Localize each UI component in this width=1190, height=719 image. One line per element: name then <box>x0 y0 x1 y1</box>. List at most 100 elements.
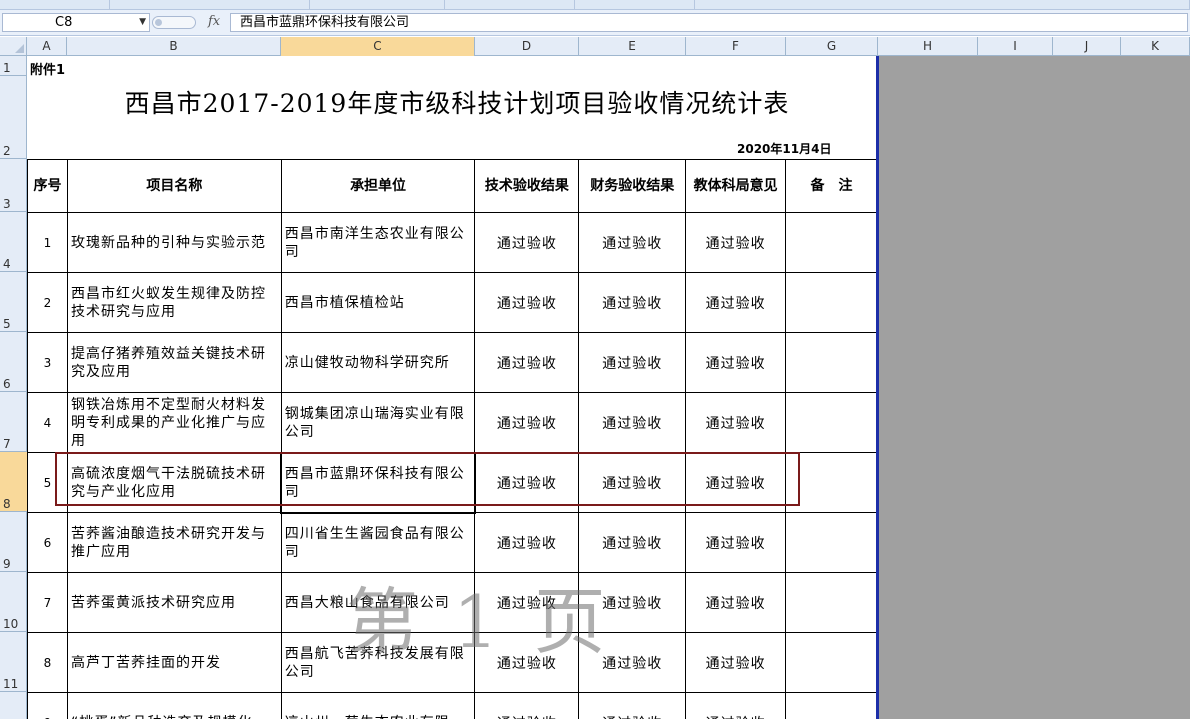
cell-name[interactable]: 苦荞蛋黄派技术研究应用 <box>66 572 282 633</box>
cell-unit[interactable]: 钢城集团凉山瑞海实业有限公司 <box>280 392 476 453</box>
cell-bureau[interactable]: 通过验收 <box>685 272 787 333</box>
cell-finance[interactable]: 通过验收 <box>578 332 687 393</box>
cell-tech[interactable]: 通过验收 <box>474 512 580 573</box>
active-cell[interactable]: 西昌市蓝鼎环保科技有限公司 <box>280 451 476 514</box>
column-header-g[interactable]: G <box>786 37 878 56</box>
column-header-d[interactable]: D <box>475 37 579 56</box>
formula-bar-resize-handle[interactable] <box>152 16 196 29</box>
column-header-c[interactable]: C <box>281 37 475 56</box>
cell-no[interactable]: 1 <box>27 212 68 273</box>
cell-bureau[interactable]: 通过验收 <box>685 332 787 393</box>
column-header-a[interactable]: A <box>27 37 67 56</box>
cell-bureau[interactable]: 通过验收 <box>685 692 787 719</box>
cell-name[interactable]: “桃蛋”新品种选育及规模化 <box>66 692 282 719</box>
cell-no[interactable]: 8 <box>27 632 68 693</box>
cell-bureau[interactable]: 通过验收 <box>685 632 787 693</box>
cell-tech[interactable]: 通过验收 <box>474 572 580 633</box>
column-header-j[interactable]: J <box>1053 37 1121 56</box>
cell-bureau[interactable]: 通过验收 <box>685 572 787 633</box>
cell-unit[interactable]: 凉山州一葡生态农业有限 <box>280 692 476 719</box>
column-header-k[interactable]: K <box>1121 37 1190 56</box>
cell-bureau[interactable]: 通过验收 <box>685 212 787 273</box>
ribbon-group[interactable] <box>310 0 445 9</box>
cell-unit[interactable]: 西昌市植保植检站 <box>280 272 476 333</box>
cell-unit[interactable]: 西昌市南洋生态农业有限公司 <box>280 212 476 273</box>
cell-finance[interactable]: 通过验收 <box>578 692 687 719</box>
cell-no[interactable]: 6 <box>27 512 68 573</box>
column-header-f[interactable]: F <box>686 37 786 56</box>
cell-remark[interactable] <box>785 632 878 693</box>
cell-finance[interactable]: 通过验收 <box>578 572 687 633</box>
ribbon-group[interactable] <box>445 0 575 9</box>
cell-remark[interactable] <box>785 692 878 719</box>
cell-unit[interactable]: 凉山健牧动物科学研究所 <box>280 332 476 393</box>
cell-tech[interactable]: 通过验收 <box>474 452 580 513</box>
cell-remark[interactable] <box>785 392 878 453</box>
cell-finance[interactable]: 通过验收 <box>578 392 687 453</box>
cell-bureau[interactable]: 通过验收 <box>685 392 787 453</box>
ribbon-group[interactable] <box>695 0 1190 9</box>
header-unit[interactable]: 承担单位 <box>280 159 476 213</box>
cell-no[interactable]: 3 <box>27 332 68 393</box>
ribbon-group[interactable] <box>575 0 695 9</box>
select-all-button[interactable] <box>0 37 27 56</box>
header-remark[interactable]: 备 注 <box>785 159 878 213</box>
cell-finance[interactable]: 通过验收 <box>578 272 687 333</box>
cell-finance[interactable]: 通过验收 <box>578 512 687 573</box>
row-header[interactable]: 3 <box>0 159 27 212</box>
formula-input[interactable]: 西昌市蓝鼎环保科技有限公司 <box>230 13 1188 32</box>
cell-name[interactable]: 西昌市红火蚁发生规律及防控技术研究与应用 <box>66 272 282 333</box>
cell-name[interactable]: 玫瑰新品种的引种与实验示范 <box>66 212 282 273</box>
cell-no[interactable]: 2 <box>27 272 68 333</box>
row-header[interactable]: 8 <box>0 452 27 512</box>
row-header[interactable]: 10 <box>0 572 27 632</box>
column-header-i[interactable]: I <box>978 37 1053 56</box>
cell-finance[interactable]: 通过验收 <box>578 212 687 273</box>
cell-tech[interactable]: 通过验收 <box>474 212 580 273</box>
cell-no[interactable]: 4 <box>27 392 68 453</box>
cell-remark[interactable] <box>785 272 878 333</box>
cell-name[interactable]: 高硫浓度烟气干法脱硫技术研究与产业化应用 <box>66 452 282 513</box>
cell-name[interactable]: 高芦丁苦荞挂面的开发 <box>66 632 282 693</box>
cell-remark[interactable] <box>785 572 878 633</box>
row-header[interactable]: 7 <box>0 392 27 452</box>
cell-unit[interactable]: 西昌大粮山食品有限公司 <box>280 572 476 633</box>
row-header[interactable]: 11 <box>0 632 27 692</box>
cell-name[interactable]: 苦荞酱油酿造技术研究开发与推广应用 <box>66 512 282 573</box>
cell-unit[interactable]: 四川省生生酱园食品有限公司 <box>280 512 476 573</box>
header-no[interactable]: 序号 <box>27 159 68 213</box>
header-finance[interactable]: 财务验收结果 <box>578 159 687 213</box>
cell-finance[interactable]: 通过验收 <box>578 452 687 513</box>
name-box[interactable]: C8 ▼ <box>2 13 150 32</box>
row-header[interactable]: 9 <box>0 512 27 572</box>
row-header[interactable]: 2 <box>0 76 27 159</box>
ribbon-group[interactable] <box>110 0 310 9</box>
row-header[interactable]: 1 <box>0 56 27 76</box>
cell-bureau[interactable]: 通过验收 <box>685 512 787 573</box>
worksheet[interactable]: 附件1 西昌市2017-2019年度市级科技计划项目验收情况统计表 2020年1… <box>27 56 878 719</box>
header-bureau[interactable]: 教体科局意见 <box>685 159 787 213</box>
row-header[interactable]: 5 <box>0 272 27 332</box>
cell-remark[interactable] <box>785 332 878 393</box>
cell-tech[interactable]: 通过验收 <box>474 632 580 693</box>
cell-no[interactable]: 5 <box>27 452 68 513</box>
header-tech[interactable]: 技术验收结果 <box>474 159 580 213</box>
cell-no[interactable]: 7 <box>27 572 68 633</box>
function-icon[interactable]: fx <box>208 14 220 29</box>
cell-unit[interactable]: 西昌航飞苦荞科技发展有限公司 <box>280 632 476 693</box>
row-header[interactable]: 6 <box>0 332 27 392</box>
cell-remark[interactable] <box>785 452 878 513</box>
cell-remark[interactable] <box>785 512 878 573</box>
cell-bureau[interactable]: 通过验收 <box>685 452 787 513</box>
row-header[interactable]: 4 <box>0 212 27 272</box>
cell-tech[interactable]: 通过验收 <box>474 272 580 333</box>
header-name[interactable]: 项目名称 <box>66 159 282 213</box>
cell-no[interactable]: 9 <box>27 692 68 719</box>
chevron-down-icon[interactable]: ▼ <box>139 14 146 31</box>
column-header-h[interactable]: H <box>878 37 978 56</box>
cell-finance[interactable]: 通过验收 <box>578 632 687 693</box>
cell-name[interactable]: 提高仔猪养殖效益关键技术研究及应用 <box>66 332 282 393</box>
ribbon-group[interactable] <box>0 0 110 9</box>
cell-tech[interactable]: 通过验收 <box>474 392 580 453</box>
cell-remark[interactable] <box>785 212 878 273</box>
